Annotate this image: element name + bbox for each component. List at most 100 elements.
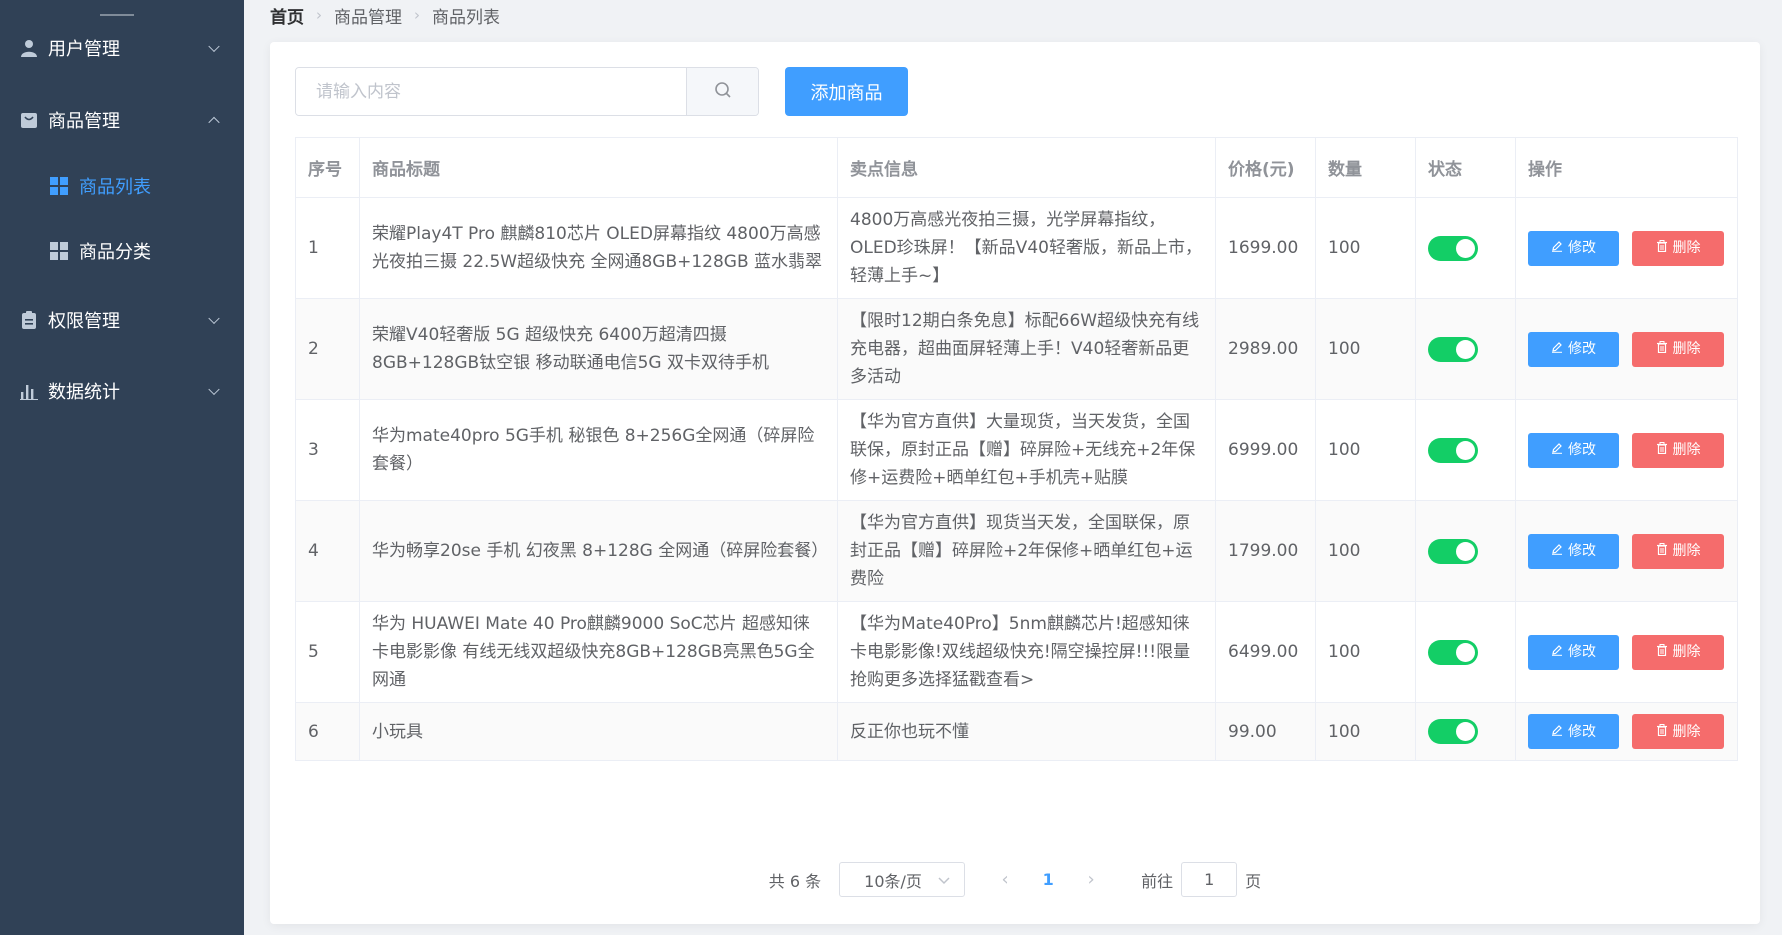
menu-item-product-management[interactable]: 商品管理 bbox=[0, 90, 244, 150]
column-header-actions: 操作 bbox=[1515, 137, 1738, 198]
delete-button[interactable]: 删除 bbox=[1632, 432, 1724, 468]
delete-label: 删除 bbox=[1672, 644, 1701, 660]
search-input[interactable] bbox=[296, 68, 686, 115]
sidebar-item-product-category[interactable]: 商品分类 bbox=[0, 222, 244, 280]
delete-button[interactable]: 删除 bbox=[1632, 533, 1724, 569]
goto-suffix: 页 bbox=[1245, 871, 1262, 891]
cell-status bbox=[1415, 197, 1516, 299]
cell-index: 4 bbox=[295, 500, 360, 602]
status-toggle[interactable] bbox=[1428, 538, 1478, 564]
toggle-knob bbox=[1456, 339, 1475, 359]
breadcrumb-home[interactable]: 首页 bbox=[270, 3, 304, 28]
edit-button[interactable]: 修改 bbox=[1528, 714, 1619, 749]
table-row: 3 华为mate40pro 5G手机 秘银色 8+256G全网通（碎屏险套餐） 【华… bbox=[295, 399, 1738, 501]
delete-button[interactable]: 删除 bbox=[1632, 331, 1724, 367]
page-size-select[interactable]: 10条/页 bbox=[839, 862, 966, 897]
toggle-knob bbox=[1456, 722, 1475, 741]
edit-icon bbox=[1551, 436, 1563, 464]
cell-title: 华为畅享20se 手机 幻夜黑 8+128G 全网通（碎屏险套餐） bbox=[359, 500, 838, 602]
status-toggle[interactable] bbox=[1428, 336, 1478, 362]
table-row: 4 华为畅享20se 手机 幻夜黑 8+128G 全网通（碎屏险套餐） 【华为官方直… bbox=[295, 500, 1738, 602]
edit-button[interactable]: 修改 bbox=[1528, 331, 1619, 367]
content-card: 添加商品 序号 商品标题 卖点信息 价格(元) 数量 状态 操作 1荣耀Play… bbox=[270, 42, 1760, 924]
edit-button[interactable]: 修改 bbox=[1528, 230, 1619, 266]
chevron-down-icon bbox=[208, 40, 220, 53]
cell-index: 6 bbox=[295, 702, 360, 761]
breadcrumb: 首页 › 商品管理 › 商品列表 bbox=[270, 2, 500, 28]
status-toggle[interactable] bbox=[1428, 719, 1478, 744]
bag-icon bbox=[19, 110, 39, 130]
cell-actions: 修改 删除 bbox=[1515, 298, 1738, 400]
delete-label: 删除 bbox=[1672, 543, 1701, 559]
trash-icon bbox=[1656, 335, 1668, 363]
table-row: 5 华为 HUAWEI Mate 40 Pro麒麟9000 SoC芯片 超感知徕卡… bbox=[295, 601, 1738, 703]
goto-page-input[interactable] bbox=[1181, 862, 1238, 897]
edit-label: 修改 bbox=[1568, 543, 1596, 559]
column-header-title: 商品标题 bbox=[359, 137, 838, 198]
edit-icon bbox=[1551, 234, 1563, 262]
trash-icon bbox=[1656, 718, 1668, 746]
delete-button[interactable]: 删除 bbox=[1632, 634, 1724, 670]
goto-prefix: 前往 bbox=[1141, 871, 1174, 891]
edit-button[interactable]: 修改 bbox=[1528, 634, 1619, 670]
table-row: 6 小玩具 反正你也玩不懂 99.00 100 修改 删除 bbox=[295, 702, 1738, 761]
toggle-knob bbox=[1456, 642, 1475, 662]
cell-price: 99.00 bbox=[1215, 702, 1316, 761]
clipboard-icon bbox=[19, 310, 39, 330]
cell-selling-points: 【限时12期白条免息】标配66W超级快充有线充电器，超曲面屏轻薄上手！V40轻奢… bbox=[837, 298, 1216, 400]
edit-icon bbox=[1551, 537, 1563, 565]
search-icon bbox=[714, 81, 732, 103]
sidebar-collapse-toggle[interactable] bbox=[100, 0, 134, 16]
delete-label: 删除 bbox=[1672, 341, 1701, 357]
cell-index: 2 bbox=[295, 298, 360, 400]
next-page-button[interactable]: › bbox=[1071, 869, 1111, 890]
cell-price: 6499.00 bbox=[1215, 601, 1316, 703]
sidebar-item-product-list[interactable]: 商品列表 bbox=[0, 157, 244, 215]
edit-button[interactable]: 修改 bbox=[1528, 432, 1619, 468]
cell-title: 荣耀Play4T Pro 麒麟810芯片 OLED屏幕指纹 4800万高感光夜拍… bbox=[359, 197, 838, 299]
search-button[interactable] bbox=[686, 68, 758, 115]
menu-item-data-statistics[interactable]: 数据统计 bbox=[0, 361, 244, 421]
bar-chart-icon bbox=[19, 381, 39, 401]
delete-label: 删除 bbox=[1672, 442, 1701, 458]
cell-index: 3 bbox=[295, 399, 360, 501]
trash-icon bbox=[1656, 234, 1668, 262]
menu-item-label: 数据统计 bbox=[48, 382, 120, 403]
chevron-right-icon: › bbox=[414, 6, 420, 24]
status-toggle[interactable] bbox=[1428, 639, 1478, 665]
pagination-total: 共 6 条 bbox=[768, 871, 822, 891]
sub-item-label: 商品列表 bbox=[79, 177, 151, 198]
cell-selling-points: 【华为官方直供】大量现货，当天发货，全国联保，原封正品【赠】碎屏险+无线充+2年… bbox=[837, 399, 1216, 501]
cell-status bbox=[1415, 500, 1516, 602]
delete-button[interactable]: 删除 bbox=[1632, 714, 1724, 749]
chevron-down-icon bbox=[208, 383, 220, 396]
delete-button[interactable]: 删除 bbox=[1632, 230, 1724, 266]
cell-title: 小玩具 bbox=[359, 702, 838, 761]
menu-item-label: 商品管理 bbox=[48, 111, 120, 132]
chevron-down-icon bbox=[938, 870, 950, 889]
status-toggle[interactable] bbox=[1428, 437, 1478, 463]
page-size-value: 10条/页 bbox=[864, 871, 922, 891]
add-product-button[interactable]: 添加商品 bbox=[785, 67, 908, 116]
column-header-status: 状态 bbox=[1415, 137, 1516, 198]
table-row: 2 荣耀V40轻奢版 5G 超级快充 6400万超清四摄 8GB+128GB钛空银… bbox=[295, 298, 1738, 400]
menu-item-user-management[interactable]: 用户管理 bbox=[0, 18, 244, 78]
cell-index: 5 bbox=[295, 601, 360, 703]
edit-icon bbox=[1551, 335, 1563, 363]
menu-item-label: 用户管理 bbox=[48, 39, 120, 60]
cell-quantity: 100 bbox=[1315, 601, 1416, 703]
toggle-knob bbox=[1456, 541, 1475, 561]
status-toggle[interactable] bbox=[1428, 235, 1478, 261]
menu-item-permission-management[interactable]: 权限管理 bbox=[0, 290, 244, 350]
edit-button[interactable]: 修改 bbox=[1528, 533, 1619, 569]
column-header-index: 序号 bbox=[295, 137, 360, 198]
cell-status bbox=[1415, 601, 1516, 703]
cell-status bbox=[1415, 702, 1516, 761]
edit-label: 修改 bbox=[1568, 341, 1596, 357]
page-number-current[interactable]: 1 bbox=[1025, 870, 1071, 889]
prev-page-button[interactable]: ‹ bbox=[985, 869, 1025, 890]
user-icon bbox=[19, 38, 39, 58]
sidebar: 用户管理 商品管理 商品列表 商品分类 权限管理 数据统计 bbox=[0, 0, 244, 935]
cell-actions: 修改 删除 bbox=[1515, 601, 1738, 703]
search-box bbox=[295, 67, 759, 116]
